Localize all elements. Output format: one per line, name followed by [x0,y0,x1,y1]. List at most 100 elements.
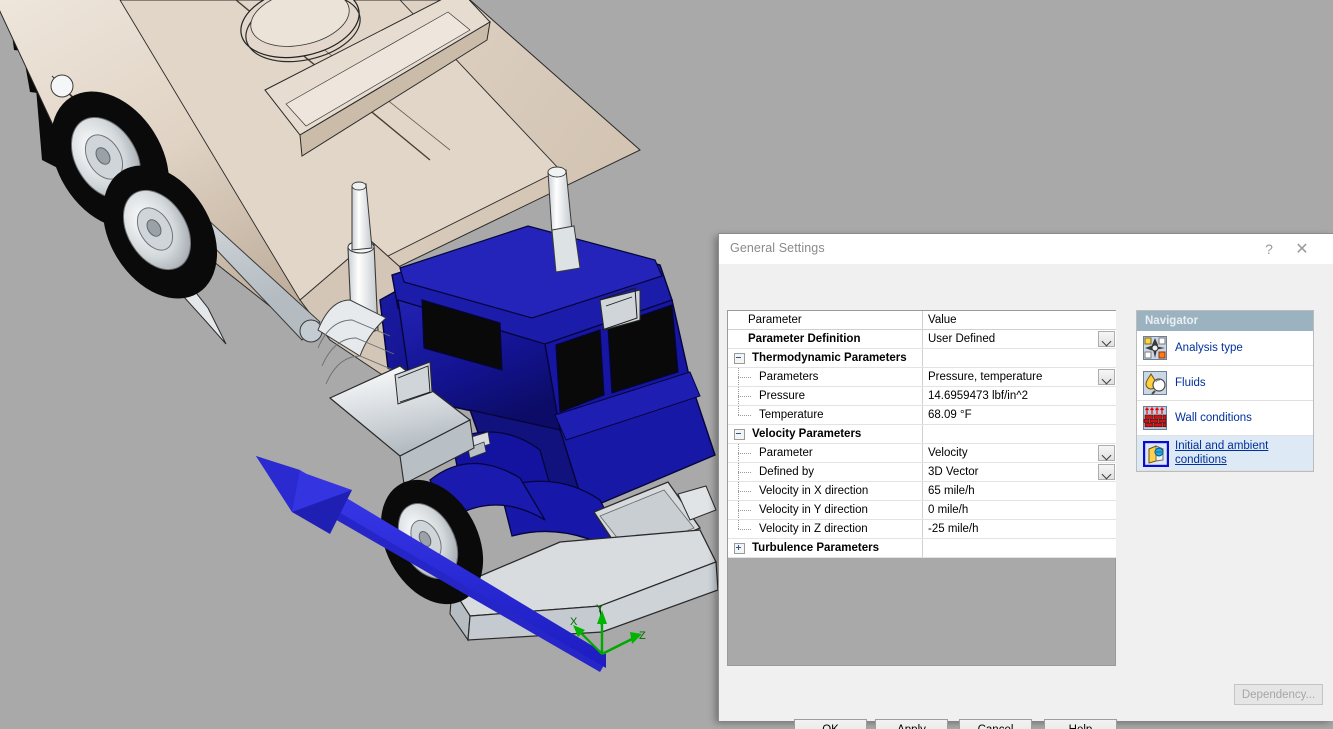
chevron-down-icon[interactable] [1098,331,1115,347]
table-row[interactable]: Defined by 3D Vector [728,462,1116,482]
table-cell-value[interactable]: User Defined [922,329,1116,349]
parameter-label: Parameter Definition [748,333,861,345]
table-row[interactable]: Turbulence Parameters [728,538,1116,558]
parameter-value: 14.6959473 lbf/in^2 [928,390,1029,402]
axis-label-z: Z [639,630,646,642]
table-cell-value[interactable] [922,424,1116,444]
close-icon[interactable]: ✕ [1285,234,1319,263]
parameter-label: Velocity Parameters [752,428,862,440]
dialog-titlebar: General Settings ? ✕ [719,234,1333,264]
table-cell-parameter: Parameter Definition [728,329,923,349]
navigator-item-label: Analysis type [1175,342,1243,354]
wall-conditions-icon [1143,406,1167,430]
tree-connector [736,501,754,519]
table-cell-parameter: Temperature [728,405,923,425]
table-cell-value[interactable]: 14.6959473 lbf/in^2 [922,386,1116,406]
parameter-value: -25 mile/h [928,523,979,535]
table-row[interactable]: Velocity in Z direction -25 mile/h [728,519,1116,539]
collapse-icon[interactable] [734,352,745,364]
table-row[interactable]: Parameter Velocity [728,443,1116,463]
general-settings-dialog: General Settings ? ✕ Parameter Value Param… [718,233,1333,729]
table-row[interactable]: Parameter Value [728,311,1116,330]
parameter-value: 0 mile/h [928,504,969,516]
tree-connector [736,387,754,405]
table-row[interactable]: Velocity in Y direction 0 mile/h [728,500,1116,520]
table-cell-value[interactable]: -25 mile/h [922,519,1116,539]
table-cell-parameter: Velocity in Z direction [728,519,923,539]
table-cell-parameter: Parameters [728,367,923,387]
dependency-button[interactable]: Dependency... [1234,684,1323,705]
ok-button[interactable]: OK [794,719,867,729]
tree-connector [736,482,754,500]
parameter-label: Defined by [759,466,814,478]
parameter-value: Value [928,314,957,326]
tree-connector [736,520,754,538]
table-cell-parameter: Velocity Parameters [728,424,923,444]
parameter-label: Pressure [759,390,806,402]
chevron-down-icon[interactable] [1098,369,1115,385]
table-row[interactable]: Velocity Parameters [728,424,1116,444]
parameter-label: Velocity in Y direction [759,504,868,516]
tree-connector [736,463,754,481]
table-cell-value[interactable]: 65 mile/h [922,481,1116,501]
app-root: Y X Z General Settings ? ✕ Parameter Valu… [0,0,1333,729]
table-cell-parameter: Turbulence Parameters [728,538,923,558]
analysis-type-icon [1143,336,1167,360]
chevron-down-icon[interactable] [1098,445,1115,461]
navigator-item-fluids[interactable]: Fluids [1137,366,1313,401]
parameter-table: Parameter Value Parameter Definition User D… [728,311,1116,558]
table-cell-parameter: Velocity in Y direction [728,500,923,520]
axis-label-x: X [570,616,578,628]
table-cell-parameter: Velocity in X direction [728,481,923,501]
parameter-label: Thermodynamic Parameters [752,352,907,364]
fluids-icon [1143,371,1167,395]
table-cell-value[interactable] [922,348,1116,368]
table-row[interactable]: Parameter Definition User Defined [728,329,1116,349]
table-row[interactable]: Thermodynamic Parameters [728,348,1116,368]
apply-button[interactable]: Apply [875,719,948,729]
parameter-value: Pressure, temperature [928,371,1043,383]
parameter-label: Turbulence Parameters [752,542,879,554]
initial-ambient-icon [1143,441,1169,467]
expand-icon[interactable] [734,542,745,554]
table-row[interactable]: Temperature 68.09 °F [728,405,1116,425]
dialog-body: Parameter Value Parameter Definition User D… [719,264,1333,729]
table-cell-value[interactable]: 68.09 °F [922,405,1116,425]
table-cell-value[interactable]: Velocity [922,443,1116,463]
table-cell-value[interactable]: 0 mile/h [922,500,1116,520]
table-cell-value[interactable] [922,538,1116,558]
table-row[interactable]: Pressure 14.6959473 lbf/in^2 [728,386,1116,406]
parameter-label: Parameter [748,314,802,326]
navigator-item-analysis-type[interactable]: Analysis type [1137,331,1313,366]
cancel-button[interactable]: Cancel [959,719,1032,729]
tree-connector [736,444,754,462]
navigator-item-initial-and-ambient-conditions[interactable]: Initial and ambient conditions [1137,436,1313,471]
help-icon[interactable]: ? [1252,234,1286,263]
navigator-item-label: Initial and ambient conditions [1175,440,1269,466]
parameter-value: Velocity [928,447,968,459]
parameter-label: Parameters [759,371,819,383]
table-cell-value[interactable]: Pressure, temperature [922,367,1116,387]
navigator-item-wall-conditions[interactable]: Wall conditions [1137,401,1313,436]
parameter-value: User Defined [928,333,996,345]
navigator-header: Navigator [1137,311,1313,331]
navigator-item-label: Wall conditions [1175,412,1252,424]
axis-label-y: Y [596,603,604,615]
collapse-icon[interactable] [734,428,745,440]
help-button[interactable]: Help [1044,719,1117,729]
table-cell-value[interactable]: 3D Vector [922,462,1116,482]
parameter-table-panel[interactable]: Parameter Value Parameter Definition User D… [727,310,1116,666]
dialog-title: General Settings [730,241,825,255]
table-cell-value[interactable]: Value [922,311,1116,330]
parameter-value: 68.09 °F [928,409,972,421]
table-cell-parameter: Thermodynamic Parameters [728,348,923,368]
table-row[interactable]: Velocity in X direction 65 mile/h [728,481,1116,501]
parameter-value: 3D Vector [928,466,979,478]
table-cell-parameter: Parameter [728,443,923,463]
chevron-down-icon[interactable] [1098,464,1115,480]
parameter-label: Velocity in X direction [759,485,869,497]
navigator-item-label: Fluids [1175,377,1206,389]
parameter-label: Temperature [759,409,824,421]
table-row[interactable]: Parameters Pressure, temperature [728,367,1116,387]
table-cell-parameter: Defined by [728,462,923,482]
